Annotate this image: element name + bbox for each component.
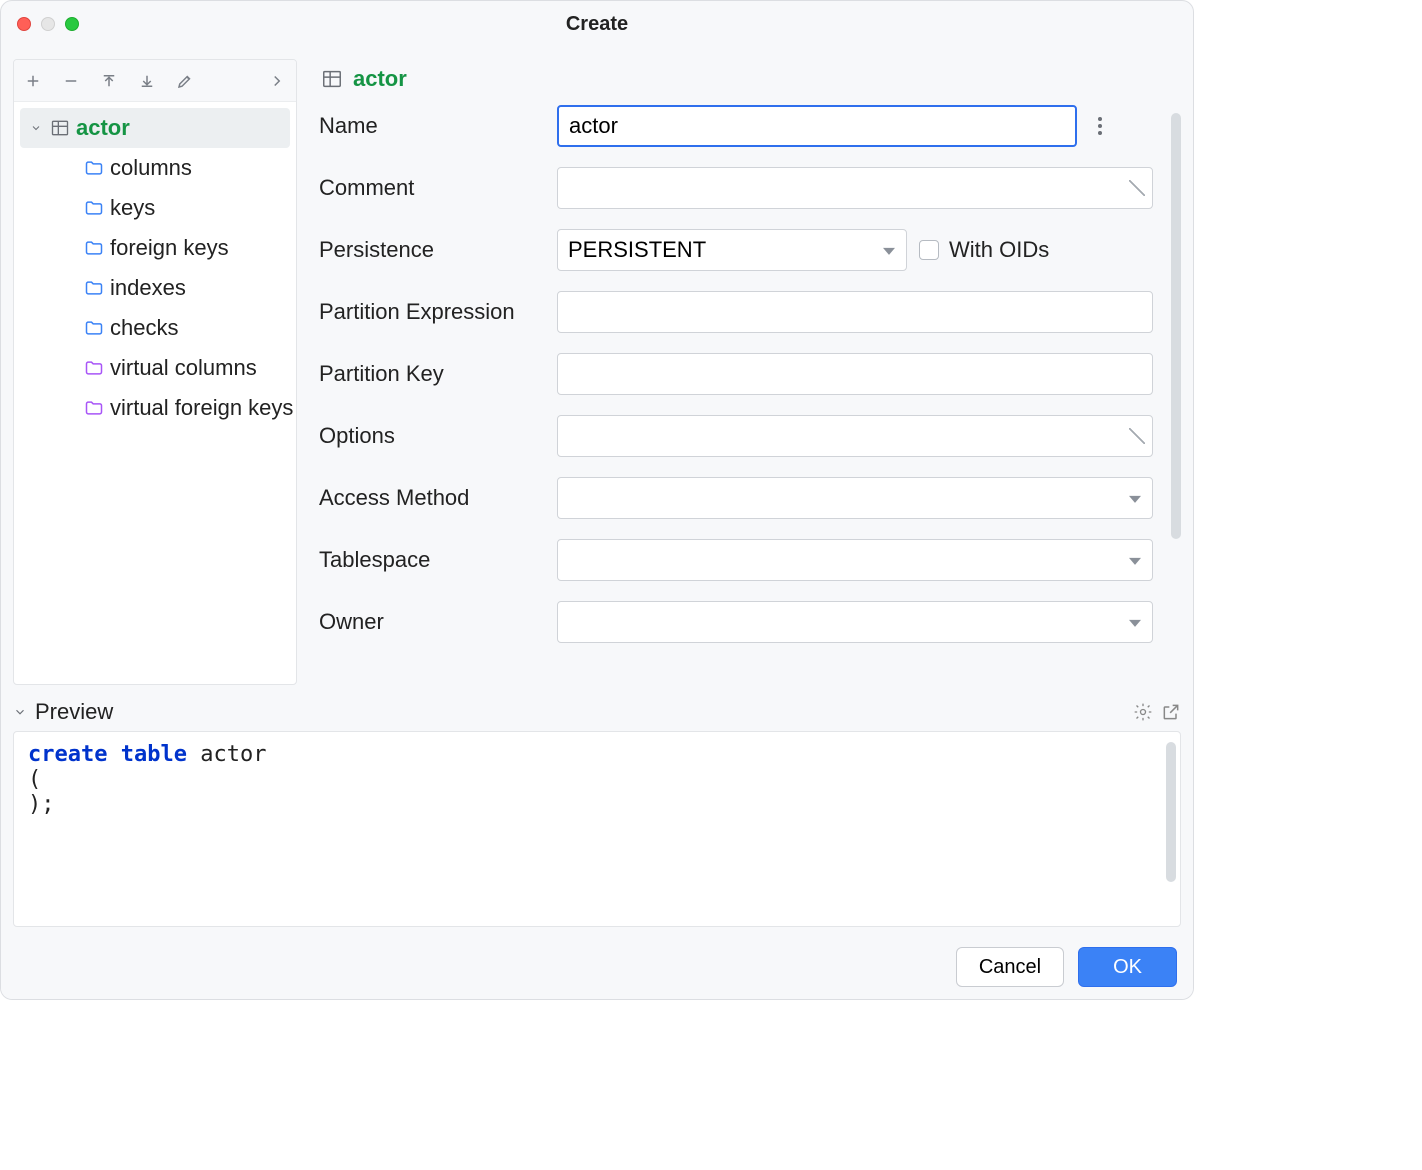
folder-icon	[84, 318, 104, 338]
more-options-icon[interactable]	[1091, 116, 1109, 136]
access-method-select[interactable]	[557, 477, 1153, 519]
persistence-select[interactable]	[557, 229, 907, 271]
object-tree-sidebar: actor columns keys	[13, 59, 297, 685]
folder-icon	[84, 398, 104, 418]
download-icon[interactable]	[138, 72, 156, 90]
tree-item-label: columns	[110, 155, 192, 181]
tree-item-label: checks	[110, 315, 178, 341]
tree-item-checks[interactable]: checks	[14, 308, 296, 348]
titlebar: Create	[1, 1, 1193, 47]
window-controls	[17, 17, 79, 31]
name-label: Name	[319, 113, 541, 139]
tree-item-label: indexes	[110, 275, 186, 301]
tree-item-label: foreign keys	[110, 235, 229, 261]
tree-root-label: actor	[76, 115, 130, 141]
partition-key-input[interactable]	[557, 353, 1153, 395]
main-panel: actor Name Comment	[309, 59, 1181, 685]
table-icon	[321, 68, 343, 90]
chevron-down-icon[interactable]	[30, 122, 44, 134]
preview-title: Preview	[35, 699, 113, 725]
edit-icon[interactable]	[176, 72, 194, 90]
folder-icon	[84, 198, 104, 218]
minimize-window-button[interactable]	[41, 17, 55, 31]
folder-icon	[84, 278, 104, 298]
tree-item-label: virtual foreign keys	[110, 395, 293, 421]
sql-preview: create table actor ( );	[13, 731, 1181, 927]
gear-icon[interactable]	[1133, 702, 1153, 722]
object-tree: actor columns keys	[14, 102, 296, 434]
tree-item-label: keys	[110, 195, 155, 221]
table-form: Name Comment	[309, 99, 1181, 685]
options-input[interactable]	[557, 415, 1153, 457]
ok-button[interactable]: OK	[1078, 947, 1177, 987]
tree-item-columns[interactable]: columns	[14, 148, 296, 188]
sidebar-toolbar	[14, 60, 296, 102]
window-title: Create	[566, 13, 628, 36]
chevron-right-icon[interactable]	[268, 72, 286, 90]
partition-key-label: Partition Key	[319, 361, 541, 387]
persistence-label: Persistence	[319, 237, 541, 263]
upload-icon[interactable]	[100, 72, 118, 90]
preview-collapse-icon[interactable]	[13, 705, 27, 719]
owner-select[interactable]	[557, 601, 1153, 643]
preview-section: Preview create table actor ( );	[1, 693, 1193, 935]
comment-input[interactable]	[557, 167, 1153, 209]
name-input[interactable]	[557, 105, 1077, 147]
object-name: actor	[353, 66, 407, 92]
main-header: actor	[309, 59, 1181, 99]
tree-item-indexes[interactable]: indexes	[14, 268, 296, 308]
folder-icon	[84, 158, 104, 178]
tree-item-virtual-columns[interactable]: virtual columns	[14, 348, 296, 388]
options-label: Options	[319, 423, 541, 449]
with-oids-checkbox[interactable]	[919, 240, 939, 260]
comment-label: Comment	[319, 175, 541, 201]
table-icon	[50, 118, 70, 138]
create-dialog: Create	[0, 0, 1194, 1000]
tree-item-virtual-foreign-keys[interactable]: virtual foreign keys	[14, 388, 296, 428]
maximize-window-button[interactable]	[65, 17, 79, 31]
with-oids-label: With OIDs	[949, 237, 1049, 263]
cancel-button[interactable]: Cancel	[956, 947, 1064, 987]
tablespace-select[interactable]	[557, 539, 1153, 581]
preview-scrollbar[interactable]	[1166, 742, 1176, 882]
tree-item-foreign-keys[interactable]: foreign keys	[14, 228, 296, 268]
tree-item-keys[interactable]: keys	[14, 188, 296, 228]
folder-icon	[84, 238, 104, 258]
folder-icon	[84, 358, 104, 378]
partition-expression-input[interactable]	[557, 291, 1153, 333]
access-method-label: Access Method	[319, 485, 541, 511]
tree-item-label: virtual columns	[110, 355, 257, 381]
tree-root-actor[interactable]: actor	[20, 108, 290, 148]
open-external-icon[interactable]	[1161, 702, 1181, 722]
tablespace-label: Tablespace	[319, 547, 541, 573]
partition-expression-label: Partition Expression	[319, 299, 541, 325]
dialog-footer: Cancel OK	[1, 935, 1193, 999]
remove-icon[interactable]	[62, 72, 80, 90]
owner-label: Owner	[319, 609, 541, 635]
form-scrollbar[interactable]	[1171, 113, 1181, 539]
add-icon[interactable]	[24, 72, 42, 90]
close-window-button[interactable]	[17, 17, 31, 31]
